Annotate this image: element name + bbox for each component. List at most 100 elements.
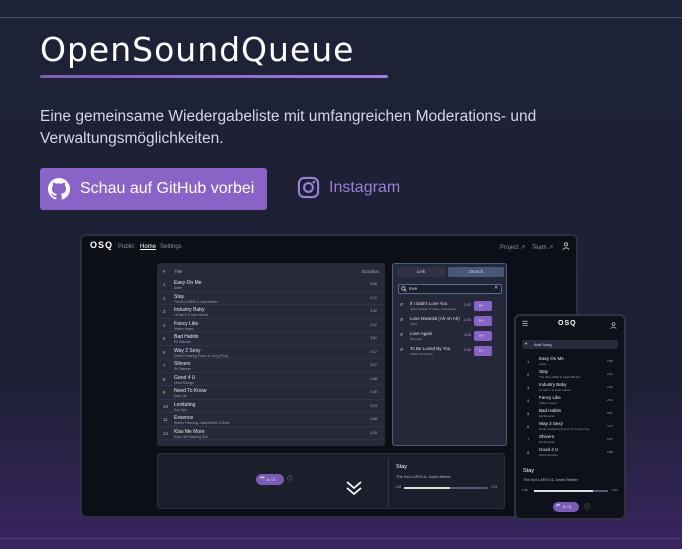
table-row[interactable]: 12 Kiss Me More Doja Cat Featuring SZA 3:28 (157, 428, 385, 440)
add-to-queue-button[interactable]: ≡+ (474, 316, 492, 326)
queue-add-icon: ≡+ (479, 348, 484, 353)
col-num: # (163, 269, 166, 274)
player-bar: 0 / 3 ⏮ ⓘ Stay The Kid LAROI & Justin Bi… (157, 453, 505, 509)
table-row[interactable]: 9 Need To Know Doja Cat 3:30 (157, 387, 385, 400)
tab-link[interactable]: Link (397, 267, 445, 277)
row-number: 5 (527, 411, 530, 416)
nav-settings[interactable]: Settings (160, 244, 182, 250)
row-title: Shivers (539, 434, 555, 439)
phone-play-icon: ⏮ (556, 503, 561, 508)
add-to-queue-button[interactable]: ≡+ (474, 331, 492, 341)
clear-icon[interactable]: ✕ (494, 285, 498, 291)
row-artist: The Kid LAROI & Justin Bieber (174, 299, 218, 304)
row-duration: 3:32 (607, 385, 613, 389)
table-row[interactable]: 7 Shivers Ed Sheeran 3:27 (157, 360, 385, 373)
tagline: Eine gemeinsame Wiedergabeliste mit umfa… (40, 108, 537, 147)
queue-add-icon: ≡+ (479, 303, 484, 308)
table-row[interactable]: 8 Good 4 U Olivia Rodrigo 2:58 (157, 374, 385, 386)
phone-progress-bar[interactable] (534, 490, 608, 492)
row-title: Way 2 Sexy (539, 421, 563, 426)
table-row[interactable]: 10 Levitating Dua Lipa 3:23 (157, 401, 385, 413)
instagram-link[interactable]: Instagram (297, 176, 400, 199)
row-duration: 2:41 (607, 398, 613, 402)
list-item[interactable]: 2 Stay The Kid LAROI & Justin Bieber 2:21 (521, 368, 621, 381)
table-row[interactable]: 3 Industry Baby Lil Nas X & Jack Harlow 3:3… (157, 306, 385, 319)
row-artist: Lil Nas X & Jack Harlow (539, 388, 572, 392)
phone-info-icon[interactable]: ⓘ (584, 502, 590, 511)
add-song-button[interactable]: Add Song (522, 340, 618, 349)
result-title: To Be Loved By You (410, 346, 451, 351)
row-duration: 2:21 (607, 372, 613, 376)
table-row[interactable]: 2 Stay The Kid LAROI & Justin Bieber 2:21 (157, 293, 385, 305)
progress-bar[interactable] (404, 487, 488, 489)
result-duration: 3:30 (464, 348, 471, 352)
row-number: 4 (527, 398, 530, 403)
row-artist: Walker Hayes (539, 401, 558, 405)
result-artist: Parker McCollum (410, 352, 434, 356)
queue-add-icon: ≡+ (479, 333, 484, 338)
time-current: 1:18 (395, 485, 402, 489)
instagram-icon (297, 176, 320, 199)
chevron-double-down-icon[interactable] (344, 478, 364, 498)
bottom-divider (0, 538, 682, 539)
list-item[interactable]: 8 Good 4 U Olivia Rodrigo 2:58 (521, 446, 621, 459)
phone-now-playing-title: Stay (523, 468, 535, 474)
player-divider (388, 458, 389, 506)
result-duration: 4:18 (464, 333, 471, 337)
row-number: 6 (527, 424, 530, 429)
result-title: Love Nwantiti (Ah Ah Ah) (410, 316, 460, 321)
github-button-label: Schau auf GitHub vorbei (80, 180, 255, 197)
col-title: Title (174, 269, 183, 274)
table-row[interactable]: 5 Bad Habits Ed Sheeran 3:51 (157, 333, 385, 346)
nav-team[interactable]: Team ↗ (532, 244, 553, 251)
row-duration: 4:17 (370, 349, 377, 354)
user-icon[interactable] (562, 242, 570, 250)
add-to-queue-button[interactable]: ≡+ (474, 301, 492, 311)
row-number: 7 (527, 437, 530, 442)
nav-public[interactable]: Public (118, 244, 134, 250)
table-row[interactable]: 6 Way 2 Sexy Drake Featuring Future & Youn… (157, 347, 385, 359)
row-artist: The Kid LAROI & Justin Bieber (539, 375, 581, 379)
add-to-queue-button[interactable]: ≡+ (474, 346, 492, 356)
phone-user-icon[interactable] (610, 322, 617, 329)
row-duration: 4:08 (370, 417, 377, 421)
phone-logo: OSQ (558, 320, 577, 327)
menu-icon[interactable]: ☰ (522, 320, 528, 328)
row-number: 1 (527, 359, 530, 364)
top-divider (0, 17, 682, 18)
row-artist: Ed Sheeran (539, 414, 555, 418)
tab-search[interactable]: Search (448, 267, 504, 277)
search-icon: ⌕ (400, 317, 404, 323)
table-row[interactable]: 11 Essence WizKid Featuring Justin Bieber … (157, 414, 385, 427)
list-item[interactable]: 3 Industry Baby Lil Nas X & Jack Harlow 3:3… (521, 381, 621, 394)
row-duration: 3:27 (370, 363, 377, 367)
list-item[interactable]: 6 Way 2 Sexy Drake Featuring Future & Youn… (521, 420, 621, 433)
row-duration: 3:45 (607, 359, 613, 363)
info-icon[interactable]: ⓘ (287, 474, 293, 483)
row-artist: Ed Sheeran (539, 440, 555, 444)
search-result[interactable]: ⌕ Love Nwantiti (Ah Ah Ah) CKay 2:25 ≡+ (398, 315, 502, 327)
table-row[interactable]: 1 Easy On Me Adele 3:45 (157, 279, 385, 292)
search-input[interactable]: love (398, 284, 502, 294)
row-duration: 2:41 (370, 322, 377, 327)
table-row[interactable]: 4 Fancy Like Walker Hayes 2:41 (157, 320, 385, 332)
row-duration: 2:58 (607, 450, 613, 454)
github-button[interactable]: Schau auf GitHub vorbei (40, 168, 267, 210)
row-artist: Olivia Rodrigo (174, 380, 195, 385)
row-number: 9 (163, 390, 166, 395)
list-item[interactable]: 7 Shivers Ed Sheeran 3:27 (521, 433, 621, 446)
list-item[interactable]: 5 Bad Habits Ed Sheeran 3:51 (521, 407, 621, 420)
row-number: 3 (527, 385, 530, 390)
search-result[interactable]: ⌕ To Be Loved By You Parker McCollum 3:30 ≡+ (398, 345, 502, 357)
list-item[interactable]: 4 Fancy Like Walker Hayes 2:41 (521, 394, 621, 407)
search-result[interactable]: ⌕ Love Again Dua Lipa 4:18 ≡+ (398, 330, 502, 342)
row-duration: 3:51 (370, 336, 377, 340)
queue-add-icon: ≡+ (479, 318, 484, 323)
nav-project[interactable]: Project ↗ (500, 244, 525, 251)
row-artist: Adele (174, 286, 183, 290)
result-title: If I Didn't Love You (410, 301, 448, 306)
list-item[interactable]: 1 Easy On Me Adele 3:45 (521, 355, 621, 368)
result-duration: 3:42 (464, 303, 471, 307)
nav-home[interactable]: Home (140, 244, 156, 250)
search-result[interactable]: ⌕ If I Didn't Love You Jason Aldean & Carr… (398, 300, 502, 312)
